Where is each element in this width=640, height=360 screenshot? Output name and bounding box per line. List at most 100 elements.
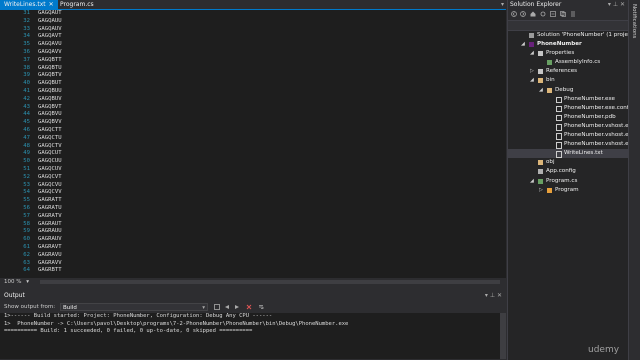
code-line[interactable]: GAGQCUU — [38, 158, 62, 166]
tree-node[interactable]: ▷ Program — [508, 186, 628, 195]
close-icon[interactable]: ✕ — [497, 292, 502, 299]
output-scrollbar[interactable] — [500, 313, 506, 359]
collapse-all-icon[interactable] — [550, 11, 556, 17]
code-line[interactable]: GAGRAUT — [38, 221, 62, 229]
find-message-icon[interactable] — [214, 304, 220, 310]
code-line[interactable]: GAGQAUT — [38, 10, 62, 18]
output-text-area[interactable]: 1>------ Build started: Project: PhoneNu… — [0, 313, 500, 359]
code-line[interactable]: GAGQCUV — [38, 166, 62, 174]
expanded-arrow-icon[interactable]: ◢ — [539, 86, 543, 95]
solution-explorer-search-input[interactable] — [508, 21, 628, 31]
tree-node[interactable]: AssemblyInfo.cs — [508, 58, 628, 67]
zoom-level[interactable]: 100 % — [4, 279, 21, 285]
forward-icon[interactable] — [520, 11, 526, 17]
line-number: 60 — [23, 236, 30, 243]
code-line[interactable]: GAGRAVT — [38, 244, 62, 252]
tree-node[interactable]: obj — [508, 158, 628, 167]
tab-program[interactable]: Program.cs — [56, 0, 98, 9]
tree-node[interactable]: ◢ PhoneNumber — [508, 40, 628, 49]
pin-icon[interactable]: ⊥ — [613, 1, 618, 8]
show-all-files-icon[interactable] — [560, 11, 566, 17]
tree-node[interactable]: PhoneNumber.exe.conf — [508, 104, 629, 113]
editor-content[interactable]: GAGQAUT GAGQAUU GAGQAUV GAGQAVT GAGQAVU GAGQA… — [38, 10, 62, 275]
close-icon[interactable]: ✕ — [620, 1, 625, 8]
refresh-icon[interactable] — [540, 11, 546, 17]
expanded-arrow-icon[interactable]: ◢ — [530, 177, 534, 186]
tree-node[interactable]: WriteLines.txt — [508, 149, 628, 159]
code-line[interactable]: GAGQAVT — [38, 33, 62, 41]
word-wrap-icon[interactable] — [258, 304, 264, 310]
code-line[interactable]: GAGQBUV — [38, 96, 62, 104]
notifications-strip[interactable]: Notifications — [628, 0, 640, 360]
code-line[interactable]: GAGQBTV — [38, 72, 62, 80]
tab-writelines[interactable]: WriteLines.txt ✕ — [0, 0, 58, 9]
tree-node[interactable]: PhoneNumber.vshost.e — [508, 122, 629, 131]
code-line[interactable]: GAGRAVV — [38, 260, 62, 268]
code-line[interactable]: GAGRAUV — [38, 236, 62, 244]
code-line[interactable]: GAGQCTV — [38, 143, 62, 151]
code-line[interactable]: GAGQBTU — [38, 65, 62, 73]
code-line[interactable]: GAGQBVU — [38, 111, 62, 119]
code-line[interactable]: GAGQCTT — [38, 127, 62, 135]
code-line[interactable]: GAGRATU — [38, 205, 62, 213]
collapsed-arrow-icon[interactable]: ▷ — [530, 67, 534, 76]
tree-node[interactable]: ◢ Program.cs — [508, 177, 628, 186]
solution-explorer-header: Solution Explorer ▾ ⊥ ✕ — [508, 0, 628, 9]
code-line[interactable]: GAGQBVT — [38, 104, 62, 112]
home-icon[interactable] — [530, 11, 536, 17]
tab-label: WriteLines.txt — [4, 1, 46, 8]
expanded-arrow-icon[interactable]: ◢ — [521, 40, 525, 49]
code-line[interactable]: GAGRAVU — [38, 252, 62, 260]
tree-node[interactable]: PhoneNumber.vshost.e — [508, 140, 629, 149]
code-line[interactable]: GAGQCVV — [38, 189, 62, 197]
chevron-down-icon[interactable]: ▾ — [26, 279, 29, 285]
tree-node[interactable]: ◢ Properties — [508, 49, 628, 58]
code-line[interactable]: GAGRBTT — [38, 267, 62, 275]
previous-message-icon[interactable] — [224, 304, 230, 310]
editor-horizontal-scrollbar[interactable] — [40, 280, 500, 284]
text-editor[interactable]: 31 32 33 34 35 36 37 38 39 40 41 42 43 44 45 46 47 48 49 50… — [0, 10, 506, 278]
code-line[interactable]: GAGQAVV — [38, 49, 62, 57]
code-line[interactable]: GAGRATT — [38, 197, 62, 205]
tree-node[interactable]: ◢ Debug — [508, 86, 628, 95]
tree-node[interactable]: PhoneNumber.exe — [508, 95, 628, 104]
code-line[interactable]: GAGQBUT — [38, 80, 62, 88]
chevron-down-icon[interactable]: ▾ — [608, 1, 611, 8]
clear-all-icon[interactable] — [246, 304, 252, 310]
code-line[interactable]: GAGQCVU — [38, 182, 62, 190]
tree-node[interactable]: Solution 'PhoneNumber' (1 project) — [508, 31, 635, 40]
tree-node[interactable]: App.config — [508, 167, 628, 176]
output-title: Output — [4, 292, 25, 299]
line-number: 63 — [23, 259, 30, 266]
tree-node[interactable]: ◢ bin — [508, 76, 628, 85]
code-line[interactable]: GAGQAVU — [38, 41, 62, 49]
pin-icon[interactable]: ⊥ — [490, 292, 495, 299]
chevron-down-icon[interactable]: ▾ — [485, 292, 488, 299]
code-line[interactable]: GAGQAUV — [38, 26, 62, 34]
back-icon[interactable] — [511, 11, 517, 17]
code-line[interactable]: GAGQBVV — [38, 119, 62, 127]
close-icon[interactable]: ✕ — [49, 1, 54, 8]
tree-node[interactable]: PhoneNumber.vshost.e — [508, 131, 629, 140]
code-line[interactable]: GAGQBUU — [38, 88, 62, 96]
next-message-icon[interactable] — [234, 304, 240, 310]
folder-icon — [538, 160, 543, 166]
code-line[interactable]: GAGQCUT — [38, 150, 62, 158]
output-source-select[interactable]: Build ▾ — [60, 303, 208, 311]
properties-icon[interactable] — [570, 11, 576, 17]
tree-node[interactable]: ▷ References — [508, 67, 628, 76]
expanded-arrow-icon[interactable]: ◢ — [530, 76, 534, 85]
collapsed-arrow-icon[interactable]: ▷ — [539, 186, 543, 195]
tab-overflow-dropdown-icon[interactable]: ▾ — [501, 0, 504, 9]
code-line[interactable]: GAGQBTT — [38, 57, 62, 65]
code-line[interactable]: GAGRAUU — [38, 228, 62, 236]
expanded-arrow-icon[interactable]: ◢ — [530, 49, 534, 58]
line-number-gutter: 31 32 33 34 35 36 37 38 39 40 41 42 43 44 45 46 47 48 49 50… — [0, 10, 31, 278]
code-line[interactable]: GAGQCTU — [38, 135, 62, 143]
line-number: 47 — [23, 134, 30, 141]
code-line[interactable]: GAGRATV — [38, 213, 62, 221]
tree-node[interactable]: PhoneNumber.pdb — [508, 113, 628, 122]
tree-node-label: Program — [555, 186, 579, 193]
code-line[interactable]: GAGQCVT — [38, 174, 62, 182]
code-line[interactable]: GAGQAUU — [38, 18, 62, 26]
